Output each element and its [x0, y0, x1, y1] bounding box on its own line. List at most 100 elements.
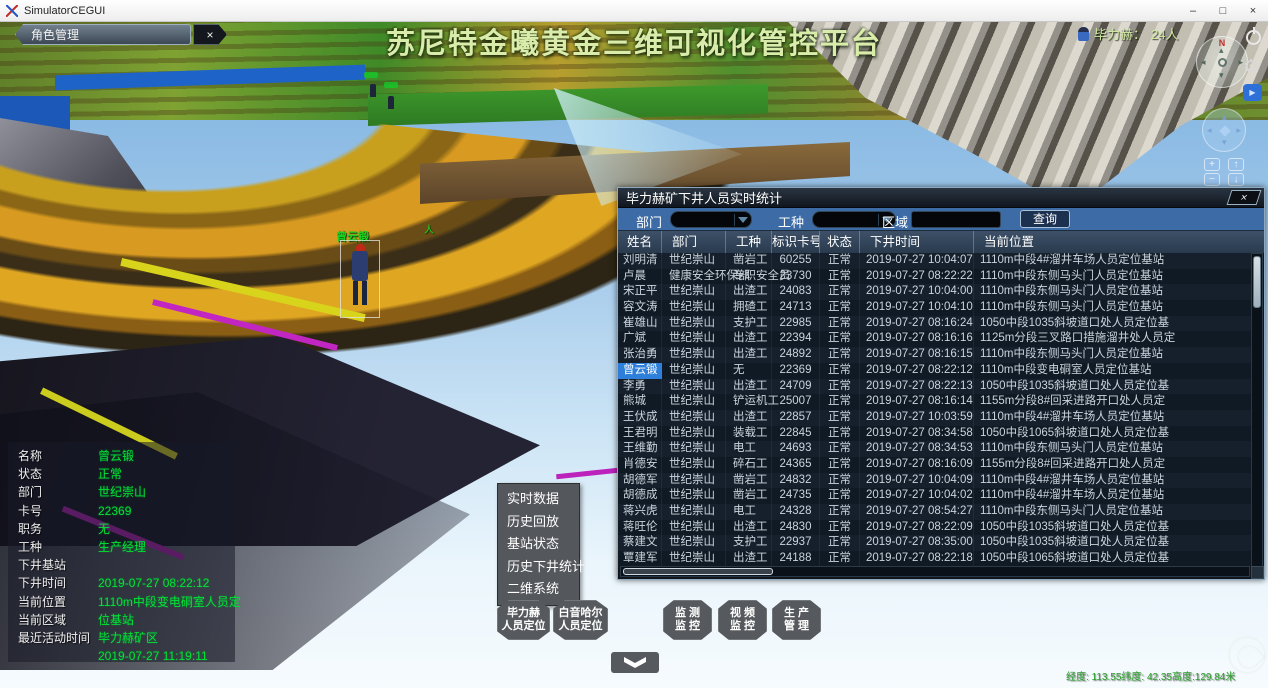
chevron-down-icon[interactable]	[738, 217, 748, 223]
dept-dropdown[interactable]	[670, 211, 752, 228]
table-row[interactable]: 胡德军 世纪崇山 凿岩工 24832 正常 2019-07-27 10:04:0…	[618, 473, 1253, 489]
cell-location: 1110m中段4#溜井车场人员定位基站	[974, 473, 1253, 489]
worker-avatar[interactable]	[352, 251, 368, 281]
pan-up-icon[interactable]: ▴	[1222, 112, 1227, 123]
play-button[interactable]: ▶	[1243, 84, 1262, 101]
table-row[interactable]: 肖德安 世纪崇山 碎石工 24365 正常 2019-07-27 08:16:0…	[618, 457, 1253, 473]
column-header[interactable]: 部门	[662, 231, 726, 253]
query-button[interactable]: 查询	[1020, 210, 1070, 228]
cell-job: 铲运机工	[726, 394, 772, 410]
zoom-in-button[interactable]: +	[1204, 158, 1220, 171]
menu-item[interactable]: 二维系统	[498, 578, 579, 601]
cell-card-id: 22845	[772, 426, 820, 442]
cell-job: 碎石工	[726, 457, 772, 473]
table-row[interactable]: 胡德成 世纪崇山 凿岩工 24735 正常 2019-07-27 10:04:0…	[618, 488, 1253, 504]
table-row[interactable]: 张治勇 世纪崇山 出渣工 24892 正常 2019-07-27 08:16:1…	[618, 347, 1253, 363]
table-row[interactable]: 蔡建文 世纪崇山 支护工 22937 正常 2019-07-27 08:35:0…	[618, 535, 1253, 551]
table-row[interactable]: 广斌 世纪崇山 出渣工 22394 正常 2019-07-27 08:16:16…	[618, 331, 1253, 347]
panel-titlebar[interactable]: 毕力赫矿下井人员实时统计 ×	[618, 188, 1264, 208]
pan-dpad-widget[interactable]: ◂ ▸ ▴ ▾	[1202, 108, 1246, 152]
nav-button[interactable]: 生 产 管 理	[772, 600, 821, 640]
elevate-up-button[interactable]: ↑	[1228, 158, 1244, 171]
menu-item[interactable]: 基站状态	[498, 533, 579, 556]
info-row: 卡号 22369	[18, 502, 235, 520]
scrollbar-thumb[interactable]	[623, 568, 773, 575]
cell-location: 1050中段1035斜坡道口处人员定位基	[974, 379, 1253, 395]
maximize-button[interactable]: □	[1208, 0, 1238, 21]
table-row[interactable]: 宋正平 世纪崇山 出渣工 24083 正常 2019-07-27 10:04:0…	[618, 284, 1253, 300]
power-icon[interactable]	[1246, 30, 1261, 45]
table-row[interactable]: 崔雄山 世纪崇山 支护工 22985 正常 2019-07-27 08:16:2…	[618, 316, 1253, 332]
collapse-chevron-button[interactable]	[611, 652, 659, 673]
area-input[interactable]	[911, 211, 1001, 228]
minimize-button[interactable]: –	[1178, 0, 1208, 21]
table-row[interactable]: 王君明 世纪崇山 装载工 22845 正常 2019-07-27 08:34:5…	[618, 426, 1253, 442]
column-header[interactable]: 标识卡号	[772, 231, 820, 253]
table-row[interactable]: 熊城 世纪崇山 铲运机工 25007 正常 2019-07-27 08:16:1…	[618, 394, 1253, 410]
cell-location: 1050中段1035斜坡道口处人员定位基	[974, 520, 1253, 536]
nav-button[interactable]: 监 测 监 控	[663, 600, 712, 640]
close-button[interactable]: ×	[1238, 0, 1268, 21]
table-row[interactable]: 覃建军 世纪崇山 出渣工 24188 正常 2019-07-27 08:22:1…	[618, 551, 1253, 567]
panel-title: 毕力赫矿下井人员实时统计	[626, 188, 782, 207]
nav-button[interactable]: 白音哈尔 人员定位	[553, 600, 608, 640]
table-row[interactable]: 蒋旺伦 世纪崇山 出渣工 24830 正常 2019-07-27 08:22:0…	[618, 520, 1253, 536]
tilt-down-icon[interactable]: ▾	[1219, 70, 1224, 81]
scrollbar-corner	[1251, 566, 1264, 579]
role-clear-button[interactable]: ×	[193, 24, 227, 45]
table-row[interactable]: 王维勤 世纪崇山 电工 24693 正常 2019-07-27 08:34:53…	[618, 441, 1253, 457]
table-row[interactable]: 曾云锻 世纪崇山 无 22369 正常 2019-07-27 08:22:12 …	[618, 363, 1253, 379]
cell-location: 1125m分段三叉路口措施溜井处人员定	[974, 331, 1253, 347]
cell-card-id: 22369	[772, 363, 820, 379]
table-row[interactable]: 刘明清 世纪崇山 凿岩工 60255 正常 2019-07-27 10:04:0…	[618, 253, 1253, 269]
cell-department: 世纪崇山	[662, 535, 726, 551]
column-header[interactable]: 状态	[820, 231, 860, 253]
dpad-center-icon[interactable]	[1219, 125, 1230, 136]
column-header[interactable]: 下井时间	[860, 231, 974, 253]
role-manage-input[interactable]: 角色管理	[15, 24, 191, 45]
nav-button[interactable]: 视 频 监 控	[718, 600, 767, 640]
cell-location: 1050中段1065斜坡道口处人员定位基	[974, 426, 1253, 442]
nav-button[interactable]: 毕力赫 人员定位	[497, 600, 550, 640]
pan-left-icon[interactable]: ◂	[1207, 125, 1212, 136]
table-row[interactable]: 蒋兴虎 世纪崇山 电工 24328 正常 2019-07-27 08:54:27…	[618, 504, 1253, 520]
menu-item[interactable]: 实时数据	[498, 488, 579, 511]
scrollbar-thumb[interactable]	[1253, 256, 1261, 308]
dept-filter-label: 部门	[636, 212, 662, 231]
rotate-left-icon[interactable]: ◂	[1201, 57, 1206, 68]
table-row[interactable]: 卢晨 健康安全环保部 专职安全员 23730 正常 2019-07-27 08:…	[618, 269, 1253, 285]
menu-item[interactable]: 历史回放	[498, 511, 579, 534]
cell-department: 健康安全环保部	[662, 269, 726, 285]
table-row[interactable]: 容文涛 世纪崇山 拥碴工 24713 正常 2019-07-27 10:04:1…	[618, 300, 1253, 316]
compass-center-icon[interactable]	[1218, 58, 1227, 67]
dropdown-divider	[878, 214, 879, 226]
column-header[interactable]: 当前位置	[974, 231, 1253, 253]
info-label: 下井基站	[18, 556, 98, 574]
table-row[interactable]: 李勇 世纪崇山 出渣工 24709 正常 2019-07-27 08:22:13…	[618, 379, 1253, 395]
cell-job: 出渣工	[726, 331, 772, 347]
pan-right-icon[interactable]: ▸	[1236, 125, 1241, 136]
menu-item[interactable]: 历史下井统计	[498, 556, 579, 579]
cell-location: 1110m中段4#溜井车场人员定位基站	[974, 488, 1253, 504]
pan-down-icon[interactable]: ▾	[1222, 137, 1227, 148]
table-row[interactable]: 王伏成 世纪崇山 出渣工 22857 正常 2019-07-27 10:03:5…	[618, 410, 1253, 426]
info-row: 下井基站	[18, 556, 235, 574]
cell-card-id: 24709	[772, 379, 820, 395]
column-header[interactable]: 工种	[726, 231, 772, 253]
cell-time: 2019-07-27 08:35:00	[860, 535, 974, 551]
tilt-up-icon[interactable]: ▴	[1219, 45, 1224, 56]
cell-name: 胡德军	[618, 473, 662, 489]
zoom-out-button[interactable]: −	[1204, 173, 1220, 186]
panel-close-button[interactable]: ×	[1227, 190, 1262, 205]
vertical-scrollbar[interactable]	[1251, 253, 1263, 567]
horizontal-scrollbar[interactable]	[620, 566, 1250, 577]
elevate-down-button[interactable]: ↓	[1228, 173, 1244, 186]
compass-widget[interactable]: N ◂ ▸ ▴ ▾	[1196, 36, 1248, 88]
cell-job: 电工	[726, 504, 772, 520]
cell-location: 1110m中段东侧马头门人员定位基站	[974, 300, 1253, 316]
cell-department: 世纪崇山	[662, 473, 726, 489]
column-header[interactable]: 姓名	[618, 231, 662, 253]
worker-tag	[364, 72, 378, 78]
gear-icon[interactable]: ⚙	[1243, 56, 1259, 77]
job-filter-label: 工种	[778, 212, 804, 231]
